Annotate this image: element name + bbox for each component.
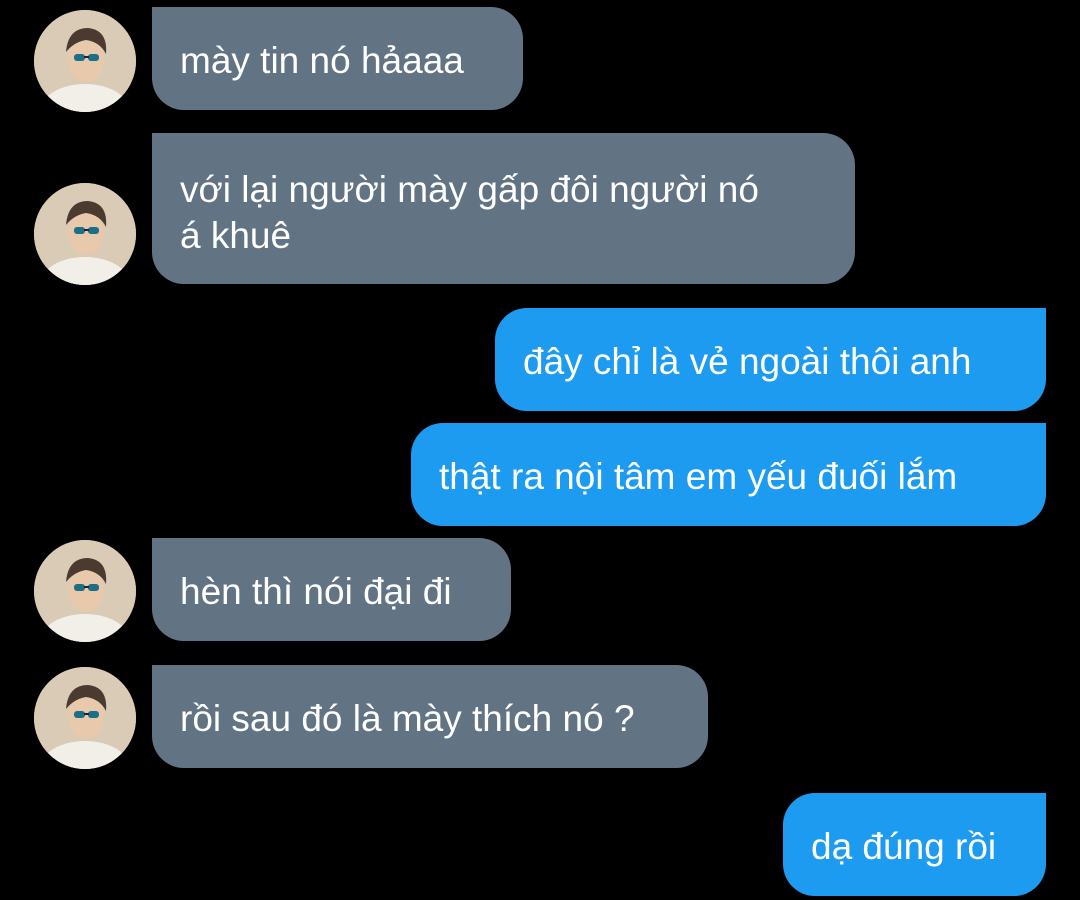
avatar-photo-icon [34, 540, 136, 642]
message-bubble-incoming[interactable]: hèn thì nói đại đi [152, 538, 511, 641]
message-bubble-outgoing[interactable]: thật ra nội tâm em yếu đuối lắm [411, 423, 1046, 526]
message-text-line-1: với lại người mày gấp đôi người nó [180, 169, 759, 210]
sender-avatar[interactable] [34, 183, 136, 285]
message-text: hèn thì nói đại đi [180, 571, 452, 612]
avatar-photo-icon [34, 10, 136, 112]
message-bubble-incoming[interactable]: mày tin nó hảaaa [152, 7, 523, 110]
sender-avatar[interactable] [34, 540, 136, 642]
sender-avatar[interactable] [34, 667, 136, 769]
message-text: dạ đúng rồi [811, 826, 997, 867]
sender-avatar[interactable] [34, 10, 136, 112]
message-bubble-outgoing[interactable]: dạ đúng rồi [783, 793, 1046, 896]
message-text-line-2: á khuê [180, 215, 292, 256]
message-bubble-incoming[interactable]: với lại người mày gấp đôi người nó á khu… [152, 133, 855, 284]
message-bubble-outgoing[interactable]: đây chỉ là vẻ ngoài thôi anh [495, 308, 1046, 411]
message-bubble-incoming[interactable]: rồi sau đó là mày thích nó ? [152, 665, 708, 768]
message-text: mày tin nó hảaaa [180, 40, 464, 81]
message-text: thật ra nội tâm em yếu đuối lắm [439, 456, 958, 497]
avatar-photo-icon [34, 183, 136, 285]
message-text: rồi sau đó là mày thích nó ? [180, 698, 635, 739]
message-text: đây chỉ là vẻ ngoài thôi anh [523, 341, 972, 382]
avatar-photo-icon [34, 667, 136, 769]
